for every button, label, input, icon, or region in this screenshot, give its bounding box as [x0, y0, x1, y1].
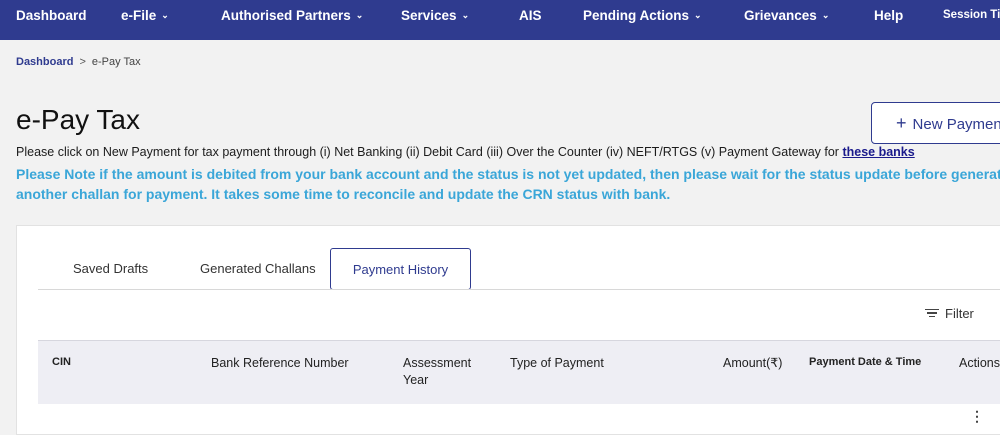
nav-grievances-label: Grievances: [744, 8, 817, 23]
chevron-down-icon: ⌄: [161, 10, 169, 20]
nav-efile-label: e-File: [121, 8, 157, 23]
nav-services-label: Services: [401, 8, 457, 23]
payment-note: Please Note if the amount is debited fro…: [16, 164, 1000, 204]
chevron-down-icon: ⌄: [694, 10, 702, 20]
column-header-actions: Actions: [959, 356, 1000, 370]
payment-note-line-2: another challan for payment. It takes so…: [16, 186, 671, 202]
new-payment-label: New Payment: [912, 116, 1000, 133]
nav-authorised-partners[interactable]: Authorised Partners ⌄: [221, 0, 363, 40]
chevron-down-icon: ⌄: [355, 10, 364, 20]
plus-icon: +: [896, 113, 907, 133]
nav-authorised-partners-label: Authorised Partners: [221, 8, 351, 23]
column-header-type-of-payment: Type of Payment: [510, 356, 604, 370]
page-title: e-Pay Tax: [16, 104, 140, 135]
nav-pending-actions-label: Pending Actions: [583, 8, 690, 23]
nav-ais[interactable]: AIS: [519, 0, 542, 40]
chevron-down-icon: ⌄: [821, 10, 830, 20]
nav-dashboard[interactable]: Dashboard: [16, 0, 87, 40]
filter-button[interactable]: Filter: [925, 306, 974, 321]
top-navigation-bar: Dashboard e-File ⌄ Authorised Partners ⌄ S…: [0, 0, 1000, 40]
column-header-assessment-year-line-2: Year: [403, 373, 429, 387]
column-header-cin: CIN: [52, 356, 71, 368]
nav-help-label: Help: [874, 8, 904, 23]
nav-efile[interactable]: e-File ⌄: [121, 0, 169, 40]
filter-icon: [925, 307, 939, 320]
session-timer-label: Session Tim: [943, 9, 1000, 21]
tab-payment-history[interactable]: Payment History: [330, 248, 471, 290]
chevron-down-icon: ⌄: [461, 10, 470, 20]
tab-generated-challans-label: Generated Challans: [200, 261, 316, 276]
column-header-bank-reference: Bank Reference Number: [211, 356, 349, 370]
column-header-assessment-year: Assessment Year: [403, 355, 471, 389]
table-row[interactable]: ⋮: [38, 404, 1000, 424]
payment-info-text: Please click on New Payment for tax paym…: [16, 145, 915, 159]
column-header-assessment-year-line-1: Assessment: [403, 356, 472, 370]
filter-label: Filter: [945, 306, 974, 321]
table-header: CIN Bank Reference Number Assessment Yea…: [38, 340, 1000, 404]
tab-saved-drafts-label: Saved Drafts: [73, 261, 149, 276]
nav-ais-label: AIS: [519, 8, 542, 23]
breadcrumb-current: e-Pay Tax: [91, 56, 141, 68]
new-payment-button[interactable]: + New Payment: [871, 102, 1000, 144]
column-header-amount: Amount(₹): [723, 356, 783, 370]
column-header-payment-date-time: Payment Date & Time: [809, 356, 922, 368]
nav-pending-actions[interactable]: Pending Actions ⌄: [583, 0, 702, 40]
breadcrumb: Dashboard > e-Pay Tax: [16, 56, 141, 68]
these-banks-link[interactable]: these banks: [842, 145, 914, 159]
nav-services[interactable]: Services ⌄: [401, 0, 469, 40]
tab-generated-challans[interactable]: Generated Challans: [200, 248, 316, 290]
nav-help[interactable]: Help: [874, 0, 903, 40]
tab-payment-history-label: Payment History: [352, 262, 449, 277]
nav-grievances[interactable]: Grievances ⌄: [744, 0, 829, 40]
payment-note-line-1: Please Note if the amount is debited fro…: [16, 166, 1000, 182]
tab-divider: [38, 289, 1000, 290]
breadcrumb-dashboard-link[interactable]: Dashboard: [16, 56, 73, 68]
nav-dashboard-label: Dashboard: [16, 8, 87, 23]
payment-info-body: Please click on New Payment for tax paym…: [16, 145, 839, 159]
session-timer: Session Tim: [943, 0, 1000, 40]
breadcrumb-separator: >: [79, 56, 86, 68]
tab-saved-drafts[interactable]: Saved Drafts: [73, 248, 148, 290]
more-vertical-icon[interactable]: ⋮: [970, 409, 984, 423]
